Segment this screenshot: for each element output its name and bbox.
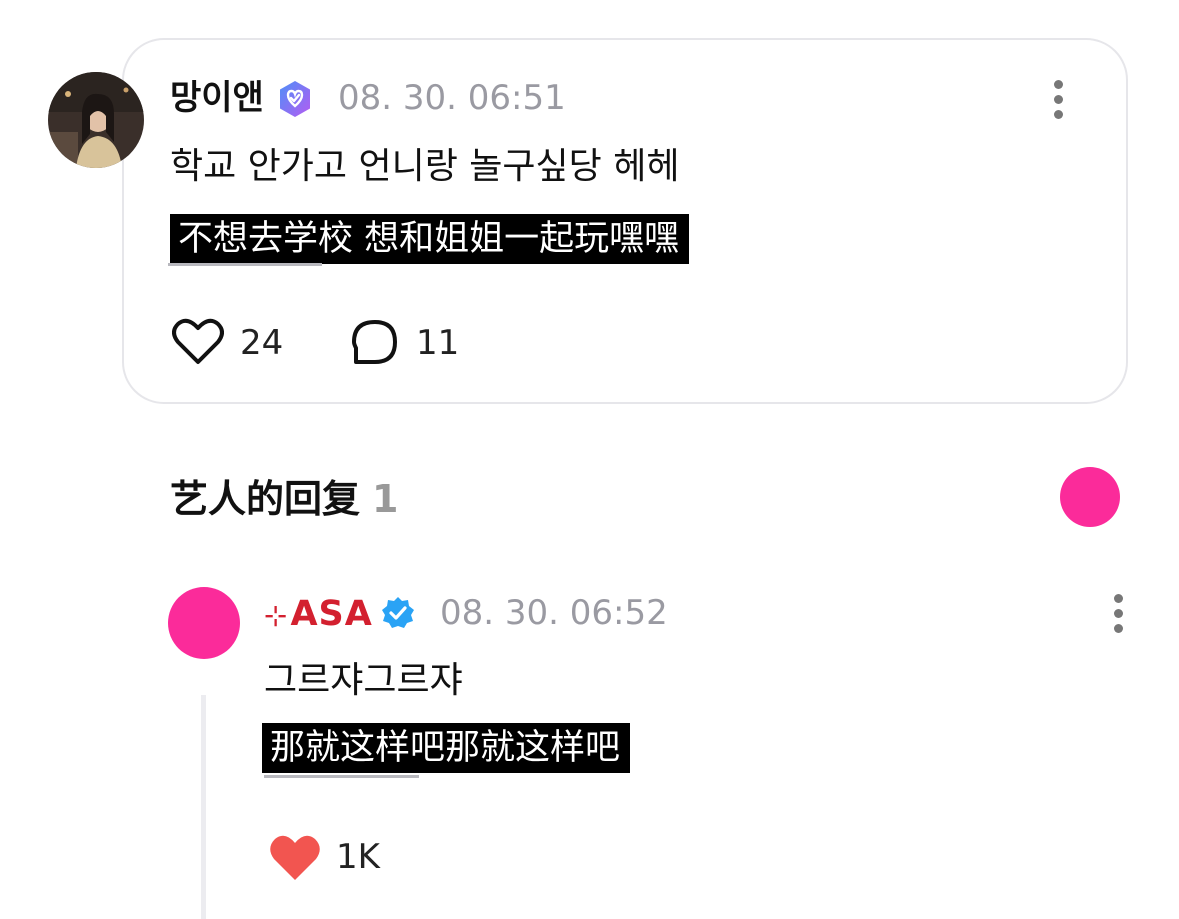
heart-outline-icon[interactable] bbox=[172, 316, 224, 366]
username[interactable]: 망이앤 bbox=[170, 76, 264, 120]
spark-icon: ⊹ bbox=[264, 599, 289, 632]
heart-filled-icon[interactable] bbox=[268, 832, 322, 882]
avatar[interactable] bbox=[48, 72, 144, 168]
reply-like-count: 1K bbox=[336, 837, 380, 877]
verified-check-icon bbox=[382, 597, 414, 628]
post-subtitle: 不想去学校 想和姐姐一起玩嘿嘿 bbox=[170, 214, 690, 264]
artist-reply-header: 艺人的回复 1 bbox=[170, 475, 398, 523]
reply-subtitle-underline bbox=[264, 775, 419, 778]
reply-timestamp: 08. 30. 06:52 bbox=[440, 593, 668, 633]
thread-line bbox=[201, 695, 206, 919]
verified-badge-icon bbox=[280, 81, 310, 117]
more-options-icon[interactable] bbox=[1054, 80, 1064, 125]
artist-reply-count: 1 bbox=[372, 477, 399, 521]
post-text: 학교 안가고 언니랑 놀구싶당 헤헤 bbox=[170, 146, 680, 187]
reply-more-options-icon[interactable] bbox=[1114, 594, 1124, 639]
comment-icon[interactable] bbox=[350, 318, 400, 368]
reply-avatar[interactable] bbox=[168, 587, 240, 659]
subtitle-underline bbox=[168, 263, 322, 266]
artist-avatar-icon[interactable] bbox=[1060, 467, 1120, 527]
artist-reply-title: 艺人的回复 bbox=[170, 477, 361, 521]
comment-count: 11 bbox=[416, 323, 460, 363]
reply-username[interactable]: ⊹ASA bbox=[264, 592, 373, 638]
post-timestamp: 08. 30. 06:51 bbox=[338, 78, 566, 118]
reply-text: 그르쟈그르쟈 bbox=[264, 660, 463, 701]
reply-subtitle: 那就这样吧那就这样吧 bbox=[262, 723, 631, 773]
like-count: 24 bbox=[240, 323, 284, 363]
